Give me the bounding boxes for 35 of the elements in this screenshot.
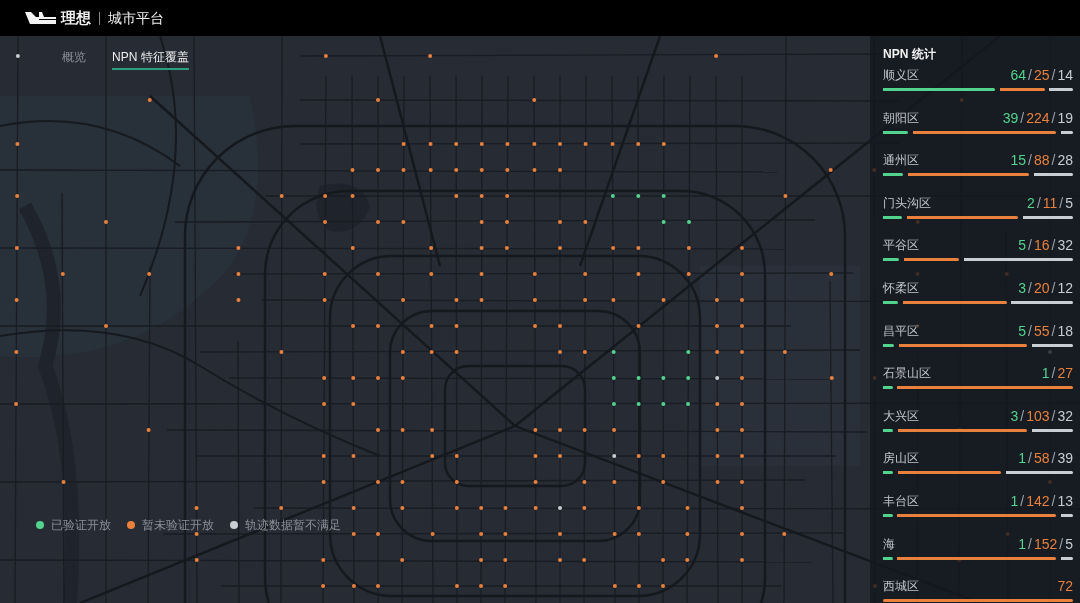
app-title: 城市平台 <box>108 9 164 27</box>
legend-label: 已验证开放 <box>51 518 111 533</box>
count-reading: 1/142/13 <box>1010 492 1073 509</box>
district-name: 通州区 <box>883 152 919 169</box>
count-reading: 15/88/28 <box>1010 152 1073 169</box>
district-name: 丰台区 <box>883 492 919 509</box>
tab[interactable]: 概览 <box>62 49 86 70</box>
count-reading: 1/58/39 <box>1018 450 1073 467</box>
count-reading: 72 <box>1057 578 1073 595</box>
district-name: 平谷区 <box>883 237 919 254</box>
panel-title: NPN 统计 <box>883 47 936 61</box>
district-name: 大兴区 <box>883 407 919 424</box>
district-name: 昌平区 <box>883 322 919 339</box>
legend-label: 轨迹数据暂不满足 <box>245 518 341 533</box>
district-name: 朝阳区 <box>883 109 919 126</box>
tab[interactable]: NPN 特征覆盖 <box>112 49 189 70</box>
district-name: 怀柔区 <box>883 279 919 296</box>
district-name: 海 <box>883 535 895 552</box>
count-reading: 3/103/32 <box>1010 407 1073 424</box>
logo-icon <box>25 12 56 24</box>
count-reading: 64/25/14 <box>1010 67 1073 83</box>
count-reading: 1/27 <box>1041 365 1073 382</box>
legend-label: 暂未验证开放 <box>142 518 214 533</box>
count-reading: 39/224/19 <box>1002 109 1073 126</box>
district-name: 门头沟区 <box>883 194 931 211</box>
count-reading: 2/11/5 <box>1027 194 1073 211</box>
count-reading: 5/16/32 <box>1018 237 1073 254</box>
district-name: 房山区 <box>883 450 919 467</box>
district-name: 西城区 <box>883 578 919 595</box>
district-name: 石景山区 <box>883 365 931 382</box>
district-name: 顺义区 <box>883 67 919 83</box>
count-reading: 1/152/5 <box>1018 535 1073 552</box>
count-reading: 3/20/12 <box>1018 279 1073 296</box>
count-reading: 5/55/18 <box>1018 322 1073 339</box>
brand-name: 理想 <box>61 9 91 27</box>
